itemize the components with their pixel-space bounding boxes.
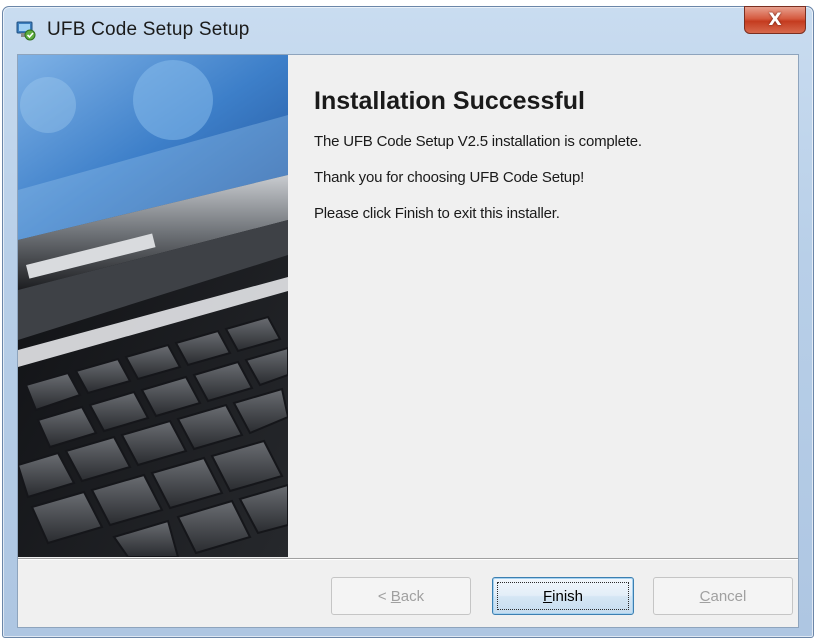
cancel-button-label: Cancel xyxy=(699,587,747,605)
focus-rectangle xyxy=(497,582,629,610)
title-bar[interactable]: UFB Code Setup Setup X xyxy=(3,6,813,51)
close-button[interactable]: X xyxy=(744,6,806,34)
completion-content: Installation Successful The UFB Code Set… xyxy=(314,87,784,222)
back-button[interactable]: < Back xyxy=(331,577,471,615)
exit-instruction: Please click Finish to exit this install… xyxy=(314,205,560,222)
close-icon: X xyxy=(768,10,782,30)
thank-you-message: Thank you for choosing UFB Code Setup! xyxy=(314,169,585,186)
page-title: Installation Successful xyxy=(314,87,585,115)
back-button-label: < Back xyxy=(377,587,425,605)
installer-icon xyxy=(16,21,36,41)
installer-window: UFB Code Setup Setup X Installation Succ… xyxy=(2,6,814,638)
laptop-keyboard-banner-image xyxy=(18,55,288,557)
completion-message: The UFB Code Setup V2.5 installation is … xyxy=(314,133,642,150)
footer-separator xyxy=(18,558,798,560)
finish-button[interactable]: Finish xyxy=(492,577,634,615)
cancel-button[interactable]: Cancel xyxy=(653,577,793,615)
window-title: UFB Code Setup Setup xyxy=(47,19,250,40)
dialog-client-area: Installation Successful The UFB Code Set… xyxy=(17,54,799,628)
